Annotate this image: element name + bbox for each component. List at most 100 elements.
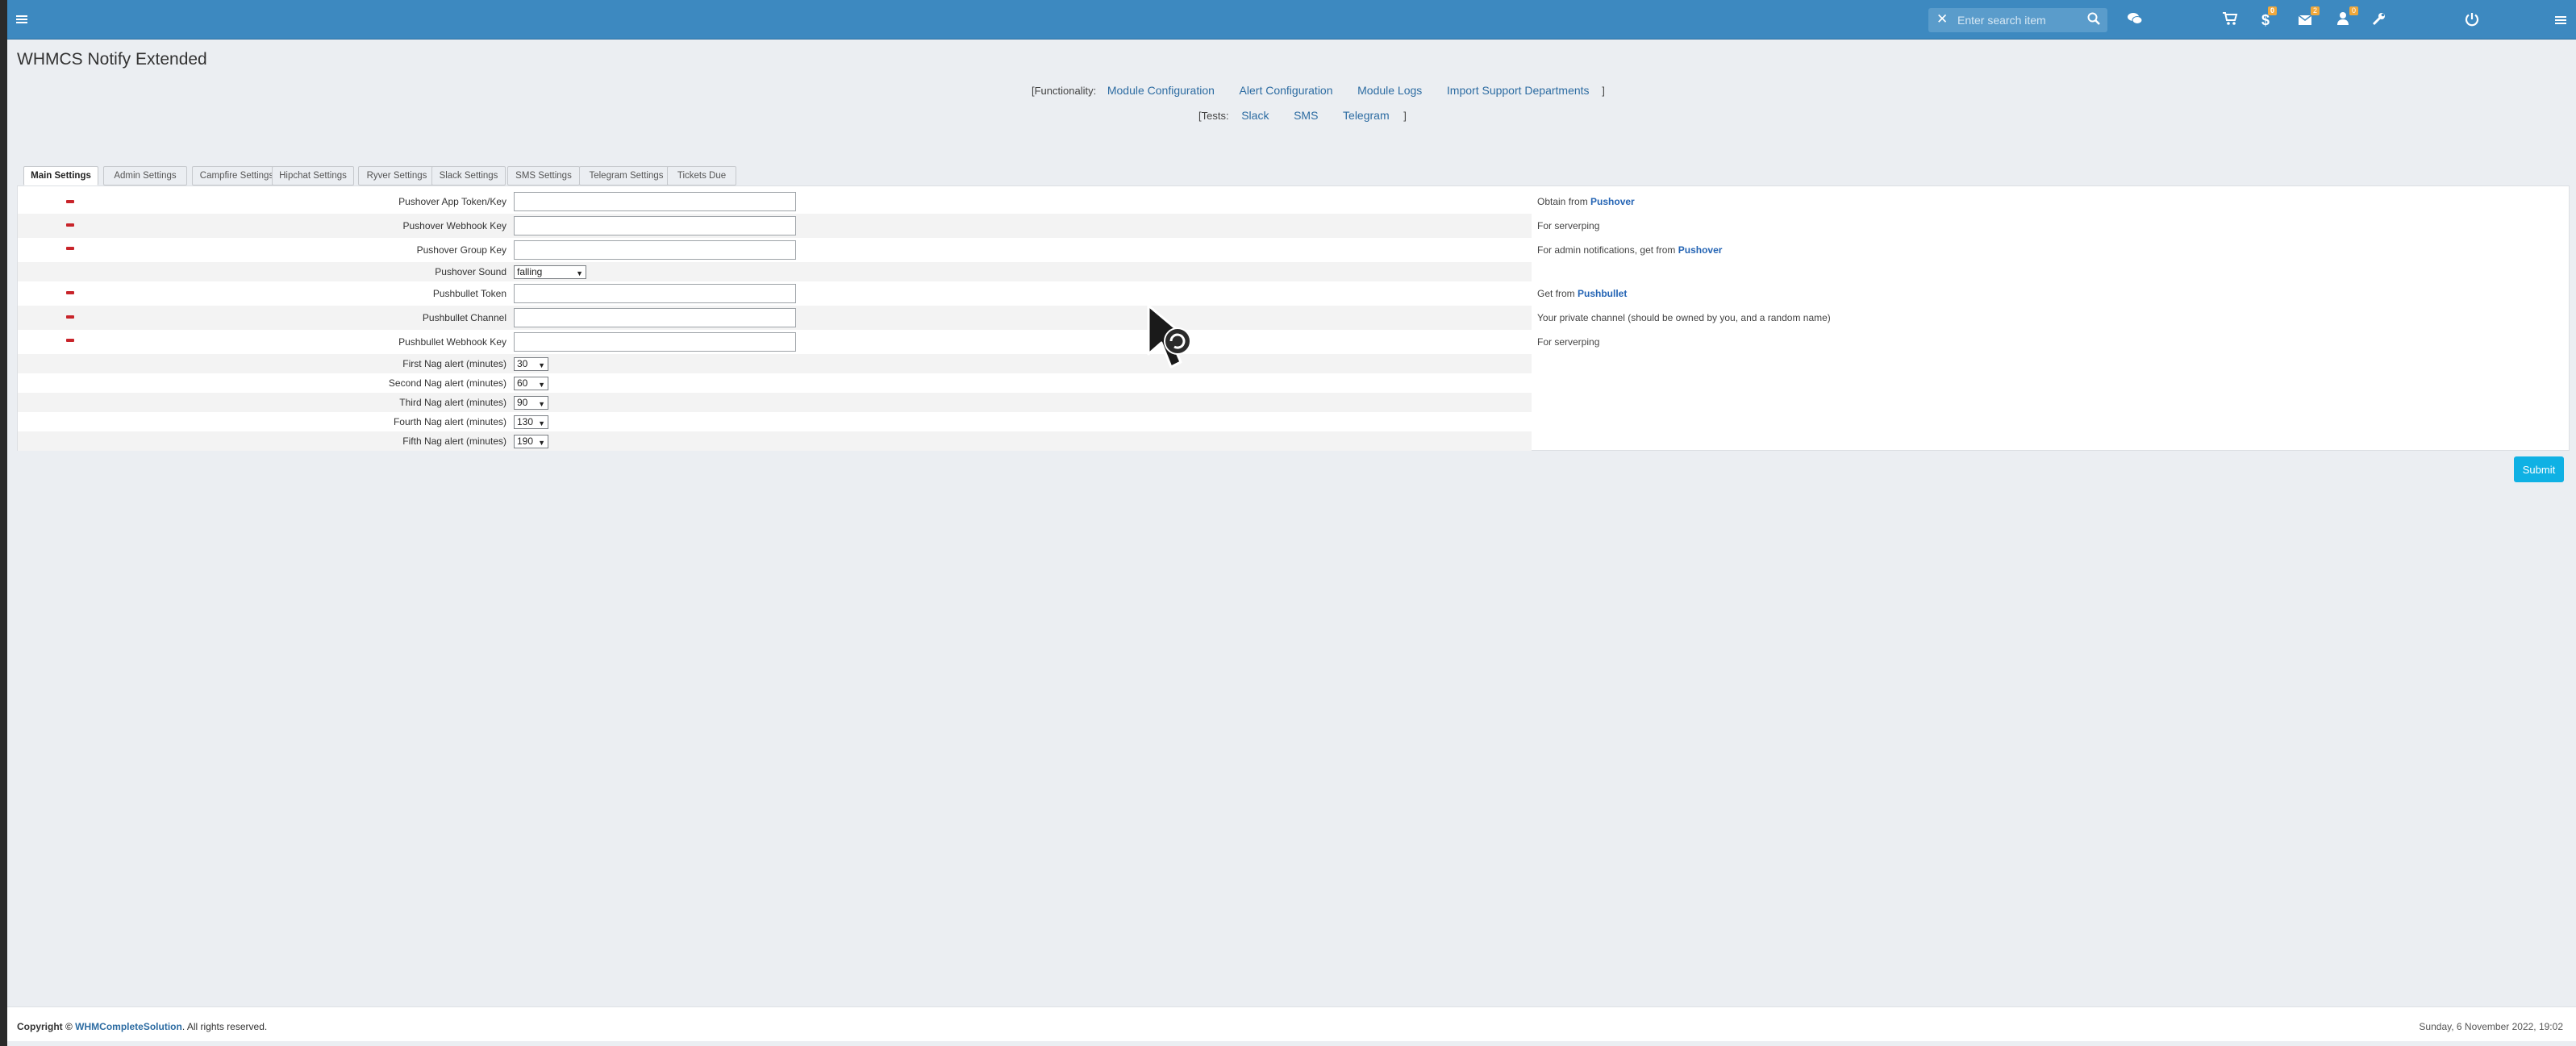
select-value: 90: [517, 397, 528, 408]
required-marker: [66, 291, 74, 294]
main-settings-panel: Pushover App Token/Key Obtain from Pusho…: [17, 185, 2570, 451]
fifth-nag-select[interactable]: 190 ▼: [514, 435, 548, 448]
fourth-nag-select[interactable]: 130 ▼: [514, 415, 548, 429]
settings-row: Pushover Group Key For admin notificatio…: [18, 238, 2569, 262]
note-text: Obtain from: [1537, 196, 1591, 207]
dollar-icon[interactable]: $0: [2261, 6, 2278, 29]
pushover-webhook-key-input[interactable]: [514, 216, 796, 235]
window-edge: [0, 0, 7, 1046]
link-module-configuration[interactable]: Module Configuration: [1107, 84, 1215, 97]
tab-hipchat-settings[interactable]: Hipchat Settings: [272, 166, 354, 185]
copyright-text: Copyright © WHMCompleteSolution. All rig…: [17, 1021, 267, 1032]
note-text: For serverping: [1537, 336, 1600, 348]
setting-label: Pushover Webhook Key: [402, 220, 506, 231]
setting-label: First Nag alert (minutes): [402, 358, 506, 369]
link-alert-configuration[interactable]: Alert Configuration: [1240, 84, 1333, 97]
settings-row: Second Nag alert (minutes) 60 ▼: [18, 373, 2569, 393]
pushover-link[interactable]: Pushover: [1678, 244, 1723, 256]
note-text: Your private channel (should be owned by…: [1537, 312, 1831, 323]
row-background: [18, 373, 1532, 393]
required-marker: [66, 247, 74, 250]
link-test-sms[interactable]: SMS: [1294, 109, 1318, 122]
tab-campfire-settings[interactable]: Campfire Settings: [192, 166, 281, 185]
tab-tickets-due[interactable]: Tickets Due: [667, 166, 736, 185]
settings-row: Fifth Nag alert (minutes) 190 ▼: [18, 431, 2569, 451]
search-icon[interactable]: [2086, 11, 2101, 26]
setting-note: For serverping: [1537, 220, 1599, 231]
pushover-app-token-input[interactable]: [514, 192, 796, 211]
pushbullet-link[interactable]: Pushbullet: [1578, 288, 1627, 299]
menu-icon[interactable]: [16, 10, 27, 28]
tests-suffix: ]: [1403, 110, 1407, 122]
chevron-down-icon: ▼: [538, 381, 545, 389]
search-box: ✕: [1928, 8, 2107, 32]
admin-page: ✕ $0 2 0 WHMCS Notify Extended: [7, 0, 2576, 1046]
note-text: For serverping: [1537, 220, 1600, 231]
dollar-badge: 0: [2268, 6, 2278, 15]
row-background: [18, 393, 1532, 412]
select-value: 190: [517, 435, 534, 447]
copyright-prefix: Copyright ©: [17, 1021, 76, 1032]
setting-note: Obtain from Pushover: [1537, 196, 1635, 207]
settings-row: First Nag alert (minutes) 30 ▼: [18, 354, 2569, 373]
pushbullet-token-input[interactable]: [514, 284, 796, 303]
chevron-down-icon: ▼: [538, 361, 545, 369]
first-nag-select[interactable]: 30 ▼: [514, 357, 548, 371]
submit-button[interactable]: Submit: [2514, 456, 2564, 482]
top-navbar: ✕ $0 2 0: [7, 0, 2576, 40]
pushover-link[interactable]: Pushover: [1590, 196, 1635, 207]
setting-label: Second Nag alert (minutes): [388, 377, 506, 389]
cart-icon[interactable]: [2222, 11, 2238, 29]
wrench-icon[interactable]: [2372, 11, 2386, 29]
search-input[interactable]: [1957, 12, 2078, 28]
menu-icon[interactable]: [2555, 11, 2566, 29]
setting-label: Fourth Nag alert (minutes): [393, 416, 506, 427]
required-marker: [66, 339, 74, 342]
link-test-telegram[interactable]: Telegram: [1343, 109, 1390, 122]
setting-note: Get from Pushbullet: [1537, 288, 1627, 299]
chevron-down-icon: ▼: [538, 400, 545, 408]
functionality-suffix: ]: [1602, 85, 1605, 97]
functionality-prefix: [Functionality:: [1032, 85, 1097, 97]
link-import-support-departments[interactable]: Import Support Departments: [1447, 84, 1590, 97]
pushover-sound-select[interactable]: falling ▼: [514, 265, 586, 279]
test-links: [Tests: Slack SMS Telegram ]: [1198, 109, 1407, 122]
pushbullet-webhook-key-input[interactable]: [514, 332, 796, 352]
pushover-group-key-input[interactable]: [514, 240, 796, 260]
tab-ryver-settings[interactable]: Ryver Settings: [358, 166, 436, 185]
row-background: [18, 354, 1532, 373]
setting-label: Pushover Sound: [435, 266, 506, 277]
setting-note: Your private channel (should be owned by…: [1537, 312, 1831, 323]
close-icon[interactable]: ✕: [1936, 11, 1948, 27]
user-alert-icon[interactable]: 0: [2336, 6, 2358, 29]
note-text: For admin notifications, get from: [1537, 244, 1678, 256]
chat-icon[interactable]: [2127, 11, 2143, 29]
tab-sms-settings[interactable]: SMS Settings: [507, 166, 580, 185]
setting-label: Pushbullet Channel: [422, 312, 506, 323]
third-nag-select[interactable]: 90 ▼: [514, 396, 548, 410]
select-value: 60: [517, 377, 528, 389]
mail-icon[interactable]: 2: [2298, 6, 2320, 29]
settings-row: Third Nag alert (minutes) 90 ▼: [18, 393, 2569, 412]
settings-row: Fourth Nag alert (minutes) 130 ▼: [18, 412, 2569, 431]
power-icon[interactable]: [2464, 11, 2480, 31]
pushbullet-channel-input[interactable]: [514, 308, 796, 327]
tab-main-settings[interactable]: Main Settings: [23, 166, 98, 185]
row-background: [18, 431, 1532, 451]
page-title: WHMCS Notify Extended: [17, 50, 207, 69]
tab-slack-settings[interactable]: Slack Settings: [431, 166, 506, 185]
user-badge: 0: [2349, 6, 2358, 15]
tab-telegram-settings[interactable]: Telegram Settings: [579, 166, 673, 185]
tab-admin-settings[interactable]: Admin Settings: [103, 166, 187, 185]
second-nag-select[interactable]: 60 ▼: [514, 377, 548, 390]
select-value: 30: [517, 358, 528, 369]
setting-note: For serverping: [1537, 336, 1599, 348]
setting-label: Fifth Nag alert (minutes): [402, 435, 506, 447]
settings-row: Pushover Sound falling ▼: [18, 262, 2569, 281]
setting-label: Pushover App Token/Key: [398, 196, 506, 207]
select-value: falling: [517, 266, 543, 277]
mouse-cursor-icon: [1147, 304, 1191, 369]
link-module-logs[interactable]: Module Logs: [1357, 84, 1422, 97]
company-link[interactable]: WHMCompleteSolution: [75, 1021, 182, 1032]
link-test-slack[interactable]: Slack: [1241, 109, 1269, 122]
